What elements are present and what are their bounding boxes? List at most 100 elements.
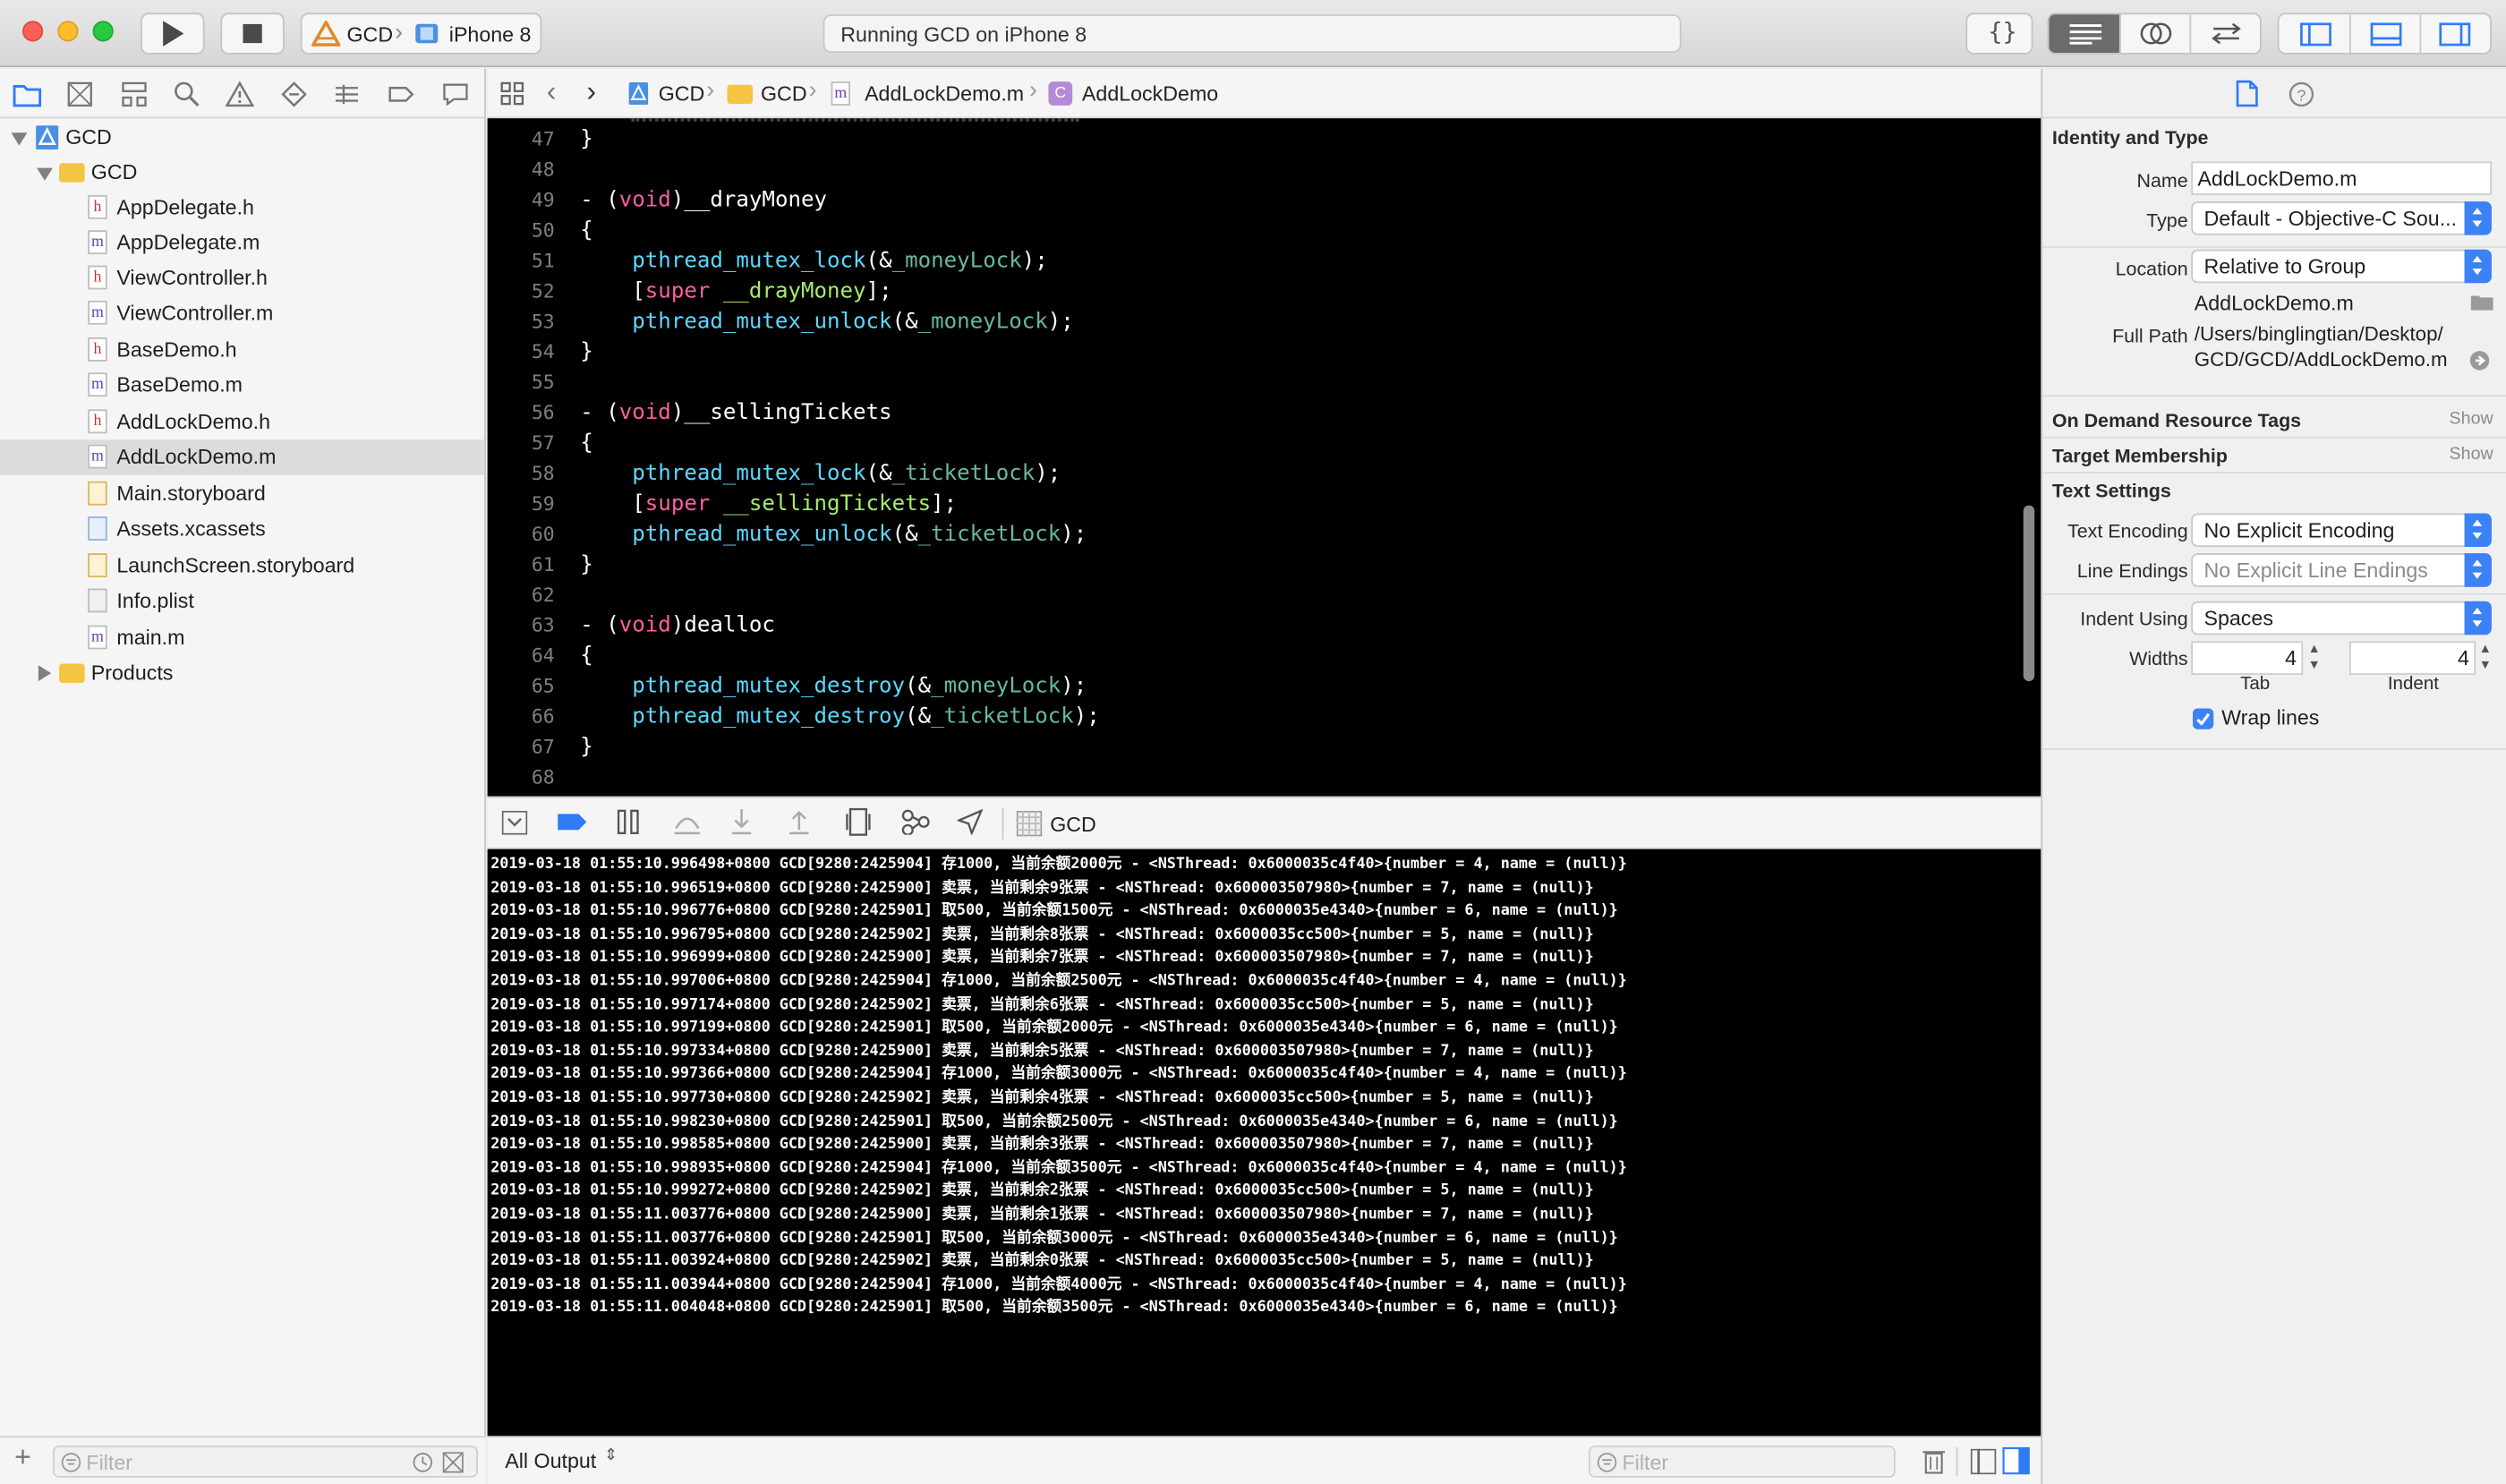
debug-process-label[interactable]: GCD [1050, 813, 1096, 837]
version-editor-button[interactable] [2191, 14, 2260, 53]
editor-mode-control[interactable] [2047, 13, 2262, 55]
console-filter-field[interactable]: Filter [1588, 1446, 1896, 1478]
odr-show-button[interactable]: Show [2450, 409, 2493, 428]
navigator-file-row[interactable]: h BaseDemo.h [0, 333, 484, 368]
minimize-window-button[interactable] [57, 21, 79, 42]
recent-clock-icon[interactable] [413, 1452, 433, 1472]
file-inspector-icon[interactable] [2236, 80, 2258, 107]
name-field[interactable]: AddLockDemo.m [2191, 161, 2492, 195]
navigator-item-label: main.m [116, 625, 185, 650]
encoding-popup[interactable]: No Explicit Encoding [2191, 513, 2492, 548]
location-popup[interactable]: Relative to Group [2191, 249, 2492, 284]
line-endings-popup[interactable]: No Explicit Line Endings [2191, 553, 2492, 587]
project-navigator: GCD GCD h AppDelegate.h m AppDelegate.m … [0, 68, 486, 1484]
navigator-file-row[interactable]: Info.plist [0, 584, 484, 618]
breadcrumb-file[interactable]: AddLockDemo.m [865, 81, 1024, 106]
popup-arrows-icon [2464, 553, 2492, 587]
tab-width-field[interactable]: 4 [2191, 641, 2304, 675]
debug-gauge-icon[interactable] [332, 80, 361, 108]
reveal-folder-icon[interactable] [2470, 293, 2493, 311]
indent-using-popup[interactable]: Spaces [2191, 601, 2492, 635]
forward-arrow-icon[interactable]: › [586, 75, 596, 109]
divider [2042, 246, 2506, 248]
disclosure-open-icon[interactable] [37, 167, 53, 181]
close-window-button[interactable] [21, 21, 44, 42]
code-line: pthread_mutex_lock(&_moneyLock); [632, 247, 1048, 274]
log-line: 2019-03-18 01:55:10.997174+0800 GCD[9280… [490, 995, 1594, 1014]
navigator-file-row-selected[interactable]: m AddLockDemo.m [0, 439, 485, 475]
navigator-file-row[interactable]: h AddLockDemo.h [0, 405, 484, 439]
hide-debug-area-icon[interactable] [501, 810, 528, 835]
breadcrumb-group[interactable]: GCD [761, 81, 807, 106]
back-arrow-icon[interactable]: ‹ [547, 75, 557, 109]
reveal-in-finder-arrow-icon[interactable] [2469, 350, 2490, 371]
navigator-group-row[interactable]: GCD [0, 155, 484, 190]
disclosure-closed-icon[interactable] [38, 665, 52, 682]
test-diamond-icon[interactable] [279, 80, 308, 108]
source-control-icon[interactable] [65, 80, 94, 108]
library-button[interactable]: {} [1965, 13, 2033, 55]
editor-scrollbar-thumb[interactable] [2023, 505, 2035, 682]
symbol-hierarchy-icon[interactable] [120, 80, 149, 108]
assistant-editor-button[interactable] [2121, 14, 2192, 53]
quick-help-icon[interactable]: ? [2289, 81, 2314, 107]
navigator-filter-field[interactable]: Filter [52, 1446, 478, 1478]
source-editor[interactable]: 47 } 48 49 - (void)__drayMoney 50 { 51 p… [487, 118, 2041, 797]
code-line: { [580, 643, 593, 669]
run-button[interactable] [141, 13, 205, 55]
navigator-item-label: BaseDemo.m [116, 372, 243, 397]
step-out-icon[interactable] [788, 807, 810, 836]
navigator-file-row[interactable]: m main.m [0, 620, 484, 655]
navigator-file-row[interactable]: LaunchScreen.storyboard [0, 549, 484, 584]
folder-icon[interactable] [13, 80, 42, 108]
indent-width-field[interactable]: 4 [2348, 641, 2476, 675]
navigator-file-row[interactable]: m BaseDemo.m [0, 368, 484, 403]
toggle-debug-area-button[interactable] [2351, 14, 2422, 53]
breadcrumb-symbol[interactable]: AddLockDemo [1082, 81, 1218, 106]
step-into-icon[interactable] [730, 807, 753, 836]
navigator-group-row[interactable]: Products [0, 656, 484, 691]
navigator-file-row[interactable]: h AppDelegate.h [0, 191, 484, 226]
related-items-grid-icon[interactable] [500, 81, 524, 106]
type-popup[interactable]: Default - Objective-C Sou... [2191, 201, 2492, 235]
navigator-project-row[interactable]: GCD [0, 120, 484, 155]
panel-visibility-control[interactable] [2277, 13, 2492, 55]
breakpoints-active-icon[interactable] [556, 813, 588, 832]
navigator-file-row[interactable]: Main.storyboard [0, 476, 484, 511]
memory-graph-icon[interactable] [901, 809, 930, 835]
toggle-navigator-button[interactable] [2279, 14, 2351, 53]
standard-editor-button[interactable] [2049, 14, 2121, 53]
pause-icon[interactable] [617, 809, 639, 835]
breakpoint-icon[interactable] [387, 80, 415, 108]
scheme-selector[interactable]: GCD › iPhone 8 [300, 13, 542, 55]
show-console-view-icon[interactable] [2002, 1446, 2030, 1475]
line-number: 68 [531, 765, 555, 789]
show-variables-view-icon[interactable] [1970, 1448, 1997, 1475]
disclosure-open-icon[interactable] [11, 132, 28, 146]
target-show-button[interactable]: Show [2450, 445, 2493, 464]
stop-button[interactable] [220, 13, 285, 55]
console-output[interactable]: 2019-03-18 01:55:10.996498+0800 GCD[9280… [487, 849, 2041, 1437]
view-debugger-icon[interactable] [846, 807, 872, 836]
zoom-window-button[interactable] [92, 21, 114, 42]
right-panel-icon [2439, 22, 2471, 47]
step-over-icon[interactable] [673, 809, 702, 835]
navigator-file-row[interactable]: m AppDelegate.m [0, 226, 484, 260]
report-bubble-icon[interactable] [441, 80, 470, 108]
toggle-inspector-button[interactable] [2421, 14, 2490, 53]
indent-width-stepper[interactable]: ▲ ▼ [2477, 641, 2493, 675]
warning-icon[interactable] [225, 80, 254, 108]
search-icon[interactable] [173, 80, 201, 108]
output-selector[interactable]: All Output [505, 1449, 596, 1473]
location-arrow-icon[interactable] [957, 809, 984, 835]
breadcrumb-project[interactable]: GCD [659, 81, 705, 106]
wrap-lines-checkbox[interactable] [2192, 708, 2214, 729]
navigator-file-row[interactable]: m ViewController.m [0, 296, 484, 331]
play-icon [163, 21, 184, 47]
navigator-file-row[interactable]: h ViewController.h [0, 260, 484, 295]
trash-icon[interactable] [1922, 1447, 1946, 1474]
navigator-file-row[interactable]: Assets.xcassets [0, 512, 484, 547]
add-icon[interactable]: + [14, 1441, 31, 1475]
scm-filter-icon[interactable] [442, 1452, 464, 1473]
tab-width-stepper[interactable]: ▲ ▼ [2306, 641, 2323, 675]
